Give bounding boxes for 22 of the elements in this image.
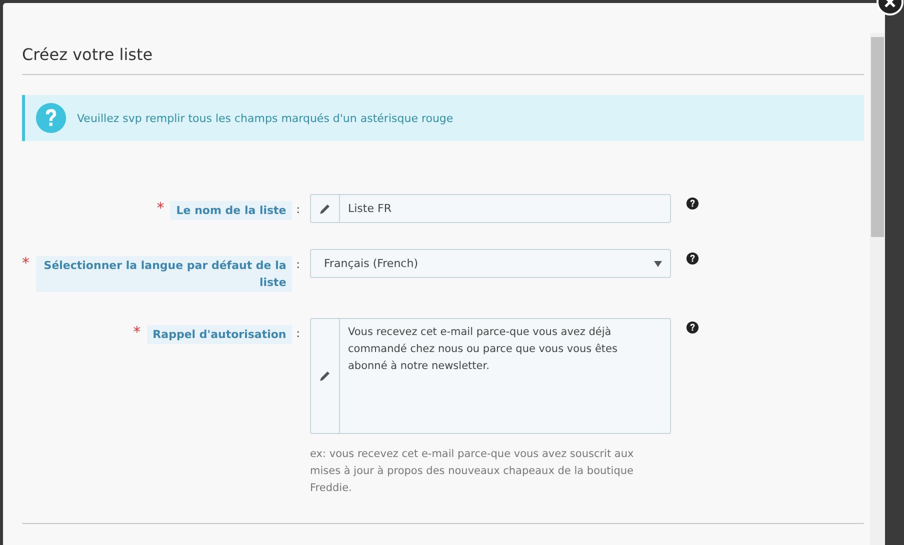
scrollbar-thumb[interactable]	[871, 37, 884, 237]
help-icon	[35, 102, 67, 134]
field-label: Sélectionner la langue par défaut de la liste	[36, 256, 292, 292]
field-label: Le nom de la liste	[170, 201, 292, 220]
scrollbar[interactable]	[870, 33, 885, 545]
label-colon: :	[296, 326, 300, 342]
field-hint: ex: vous recevez cet e-mail parce-que vous avez souscrit aux mises à jour à propos des nouveaux chapeaux de la boutique Freddie.	[310, 447, 635, 496]
caret-icon	[654, 260, 662, 266]
field-label: Rappel d'autorisation	[146, 325, 292, 344]
required-asterisk: *	[22, 256, 30, 271]
pencil-icon	[319, 370, 331, 382]
label-colon: :	[296, 202, 300, 218]
help-icon[interactable]	[686, 252, 699, 265]
language-dropdown[interactable]: Français (French)	[310, 249, 671, 278]
dialog-title: Créez votre liste	[22, 45, 864, 75]
help-icon[interactable]	[686, 197, 699, 210]
required-asterisk: *	[133, 325, 141, 340]
required-asterisk: *	[156, 201, 164, 216]
alert-message: Veuillez svp remplir tous les champs marqués d'un astérisque rouge	[77, 112, 454, 124]
help-icon[interactable]	[686, 321, 699, 334]
label-colon: :	[296, 257, 300, 273]
pencil-icon	[319, 202, 331, 214]
